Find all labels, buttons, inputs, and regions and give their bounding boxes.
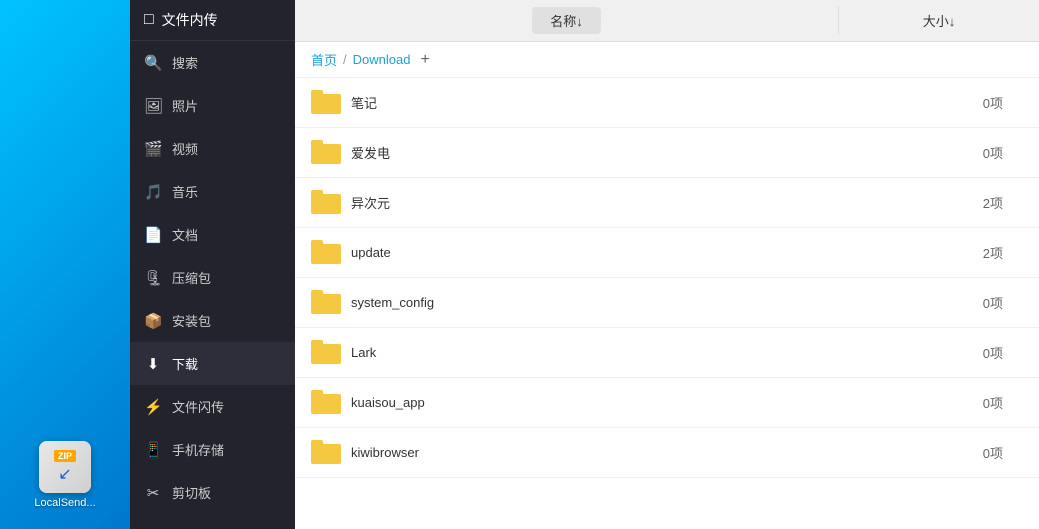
file-transfer-icon: □	[144, 11, 154, 29]
breadcrumb-home[interactable]: 首页	[311, 50, 337, 69]
folder-icon	[311, 290, 341, 316]
folder-icon	[311, 140, 341, 166]
table-row[interactable]: kuaisou_app 0项	[295, 378, 1039, 428]
sidebar-label-search: 搜索	[172, 53, 198, 72]
zip-label: ZIP	[54, 450, 76, 462]
sidebar-header-label: 文件内传	[162, 10, 218, 30]
clipboard-icon: ✂	[144, 484, 162, 502]
sidebar-item-music[interactable]: 🎵 音乐	[130, 170, 295, 213]
sidebar-item-photos[interactable]: 🖼 照片	[130, 84, 295, 127]
sidebar-label-video: 视频	[172, 139, 198, 158]
sidebar-item-flash[interactable]: ⚡ 文件闪传	[130, 385, 295, 428]
flash-icon: ⚡	[144, 398, 162, 416]
phone-icon: 📱	[144, 441, 162, 459]
sidebar-item-phone[interactable]: 📱 手机存储	[130, 428, 295, 471]
localsend-desktop-icon[interactable]: ZIP ↙ LocalSend...	[34, 441, 95, 509]
name-sort-button[interactable]: 名称↓	[532, 7, 601, 34]
search-icon: 🔍	[144, 54, 162, 72]
sidebar-label-clipboard: 剪切板	[172, 483, 211, 502]
folder-icon	[311, 340, 341, 366]
name-column-header[interactable]: 名称↓	[295, 7, 839, 34]
sidebar-item-search[interactable]: 🔍 搜索	[130, 41, 295, 84]
zip-arrow: ↙	[58, 464, 71, 484]
desktop: ZIP ↙ LocalSend...	[0, 0, 130, 529]
table-row[interactable]: 笔记 0项	[295, 78, 1039, 128]
table-row[interactable]: Lark 0项	[295, 328, 1039, 378]
breadcrumb-current[interactable]: Download	[353, 52, 411, 67]
table-header: 名称↓ 大小↓	[295, 0, 1039, 42]
file-name: kuaisou_app	[351, 395, 823, 410]
folder-icon	[311, 190, 341, 216]
table-row[interactable]: system_config 0项	[295, 278, 1039, 328]
file-size: 0项	[823, 293, 1023, 312]
sidebar-item-docs[interactable]: 📄 文档	[130, 213, 295, 256]
file-name: kiwibrowser	[351, 445, 823, 460]
file-size: 0项	[823, 93, 1023, 112]
file-size: 0项	[823, 343, 1023, 362]
file-size: 0项	[823, 143, 1023, 162]
sidebar-header: □ 文件内传	[130, 0, 295, 41]
photos-icon: 🖼	[144, 97, 162, 115]
download-icon: ⬇	[144, 355, 162, 373]
sidebar-label-phone: 手机存储	[172, 440, 224, 459]
table-row[interactable]: kiwibrowser 0项	[295, 428, 1039, 478]
table-row[interactable]: update 2项	[295, 228, 1039, 278]
file-name: Lark	[351, 345, 823, 360]
sidebar-label-download: 下载	[172, 354, 198, 373]
size-column-header[interactable]: 大小↓	[839, 11, 1039, 30]
folder-icon	[311, 240, 341, 266]
file-size: 0项	[823, 393, 1023, 412]
file-size: 0项	[823, 443, 1023, 462]
sidebar-label-photos: 照片	[172, 96, 198, 115]
video-icon: 🎬	[144, 140, 162, 158]
file-list: 笔记 0项 爱发电 0项 异次元 2项	[295, 78, 1039, 529]
file-name: update	[351, 245, 823, 260]
file-name: system_config	[351, 295, 823, 310]
file-size: 2项	[823, 243, 1023, 262]
sidebar-item-clipboard[interactable]: ✂ 剪切板	[130, 471, 295, 514]
sidebar-label-install: 安装包	[172, 311, 211, 330]
folder-icon	[311, 90, 341, 116]
sidebar-item-download[interactable]: ⬇ 下载	[130, 342, 295, 385]
localsend-icon-img: ZIP ↙	[39, 441, 91, 493]
sidebar-label-docs: 文档	[172, 225, 198, 244]
add-folder-button[interactable]: +	[420, 52, 429, 68]
music-icon: 🎵	[144, 183, 162, 201]
sidebar-item-zip[interactable]: 🗜 压缩包	[130, 256, 295, 299]
table-row[interactable]: 异次元 2项	[295, 178, 1039, 228]
sidebar-label-flash: 文件闪传	[172, 397, 224, 416]
main-content: 名称↓ 大小↓ 首页 / Download + 笔记 0项	[295, 0, 1039, 529]
sidebar-item-video[interactable]: 🎬 视频	[130, 127, 295, 170]
file-size: 2项	[823, 193, 1023, 212]
file-name: 笔记	[351, 93, 823, 112]
desktop-icon-label: LocalSend...	[34, 497, 95, 509]
breadcrumb-separator: /	[343, 52, 347, 67]
breadcrumb: 首页 / Download +	[295, 42, 1039, 78]
file-name: 异次元	[351, 193, 823, 212]
folder-icon	[311, 390, 341, 416]
zip-sidebar-icon: 🗜	[144, 269, 162, 287]
docs-icon: 📄	[144, 226, 162, 244]
table-row[interactable]: 爱发电 0项	[295, 128, 1039, 178]
sidebar-item-install[interactable]: 📦 安装包	[130, 299, 295, 342]
sidebar-label-music: 音乐	[172, 182, 198, 201]
file-name: 爱发电	[351, 143, 823, 162]
install-icon: 📦	[144, 312, 162, 330]
sidebar-label-zip: 压缩包	[172, 268, 211, 287]
folder-icon	[311, 440, 341, 466]
sidebar: □ 文件内传 🔍 搜索 🖼 照片 🎬 视频 🎵 音乐 📄 文档 🗜 压缩包 📦 …	[130, 0, 295, 529]
